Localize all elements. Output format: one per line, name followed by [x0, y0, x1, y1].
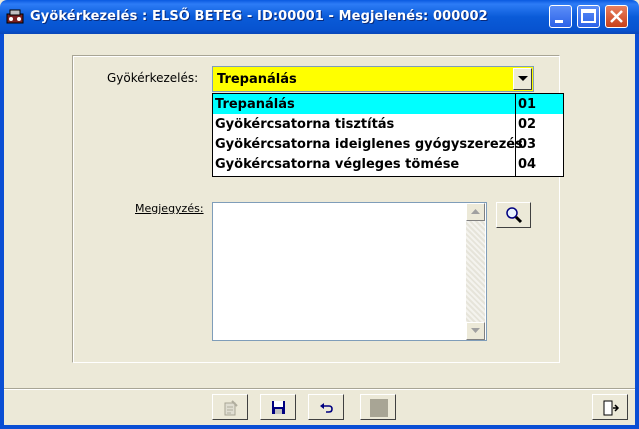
- edit-button[interactable]: [212, 394, 248, 420]
- scroll-up-button[interactable]: [466, 203, 485, 221]
- blank-button-icon: [370, 399, 388, 417]
- treatment-label: Gyökérkezelés:: [107, 71, 199, 85]
- window-frame-right: [635, 34, 639, 429]
- dropdown-option-01[interactable]: Trepanálás 01: [213, 94, 563, 114]
- note-textarea[interactable]: [212, 202, 487, 341]
- minimize-icon: [555, 20, 563, 23]
- dropdown-option-name: Trepanálás: [215, 97, 295, 112]
- window-frame-bottom: [0, 425, 639, 429]
- undo-icon: [320, 403, 333, 413]
- treatment-combobox[interactable]: Trepanálás: [212, 66, 534, 92]
- maximize-icon: [581, 9, 596, 23]
- dropdown-option-04[interactable]: Gyökércsatorna végleges tömése 04: [213, 154, 563, 174]
- dropdown-option-code: 02: [518, 117, 537, 132]
- note-search-button[interactable]: [496, 202, 531, 228]
- blank-button[interactable]: [360, 394, 396, 420]
- dropdown-option-code: 01: [518, 97, 537, 112]
- dropdown-option-03[interactable]: Gyökércsatorna ideiglenes gyógyszerezés …: [213, 134, 563, 154]
- undo-button[interactable]: [308, 394, 344, 420]
- floppy-disk-icon: [272, 401, 285, 414]
- window-frame-left: [0, 34, 4, 429]
- treatment-dropdown-list: Trepanálás 01 Gyökércsatorna tisztítás 0…: [212, 93, 564, 177]
- scroll-down-icon: [471, 328, 480, 333]
- edit-icon: [224, 400, 238, 416]
- note-label: Megjegyzés:: [135, 202, 204, 215]
- exit-button[interactable]: [592, 394, 628, 420]
- dropdown-option-name: Gyökércsatorna végleges tömése: [215, 157, 460, 172]
- minimize-button[interactable]: [549, 5, 572, 28]
- close-button[interactable]: [605, 5, 628, 28]
- magnifier-icon: [506, 207, 523, 224]
- main-window: Gyökérkezelés : ELSŐ BETEG - ID:00001 - …: [0, 0, 639, 429]
- app-icon: [6, 9, 24, 24]
- chevron-down-icon: [518, 76, 528, 81]
- dropdown-option-code: 04: [518, 157, 537, 172]
- exit-door-icon: [603, 400, 620, 416]
- title-bar[interactable]: Gyökérkezelés : ELSŐ BETEG - ID:00001 - …: [0, 0, 639, 34]
- dropdown-column-separator: [515, 94, 516, 176]
- close-icon: [610, 10, 623, 23]
- dropdown-option-code: 03: [518, 137, 537, 152]
- dropdown-option-name: Gyökércsatorna tisztítás: [215, 117, 395, 132]
- treatment-dropdown-button[interactable]: [513, 68, 532, 90]
- maximize-button[interactable]: [577, 5, 600, 28]
- scroll-down-button[interactable]: [466, 322, 485, 340]
- note-scrollbar[interactable]: [466, 203, 485, 340]
- save-button[interactable]: [260, 394, 296, 420]
- dropdown-option-02[interactable]: Gyökércsatorna tisztítás 02: [213, 114, 563, 134]
- treatment-combobox-value: Trepanálás: [217, 72, 297, 87]
- dropdown-option-name: Gyökércsatorna ideiglenes gyógyszerezés: [215, 137, 523, 152]
- scroll-up-icon: [471, 209, 480, 214]
- window-title: Gyökérkezelés : ELSŐ BETEG - ID:00001 - …: [30, 9, 488, 24]
